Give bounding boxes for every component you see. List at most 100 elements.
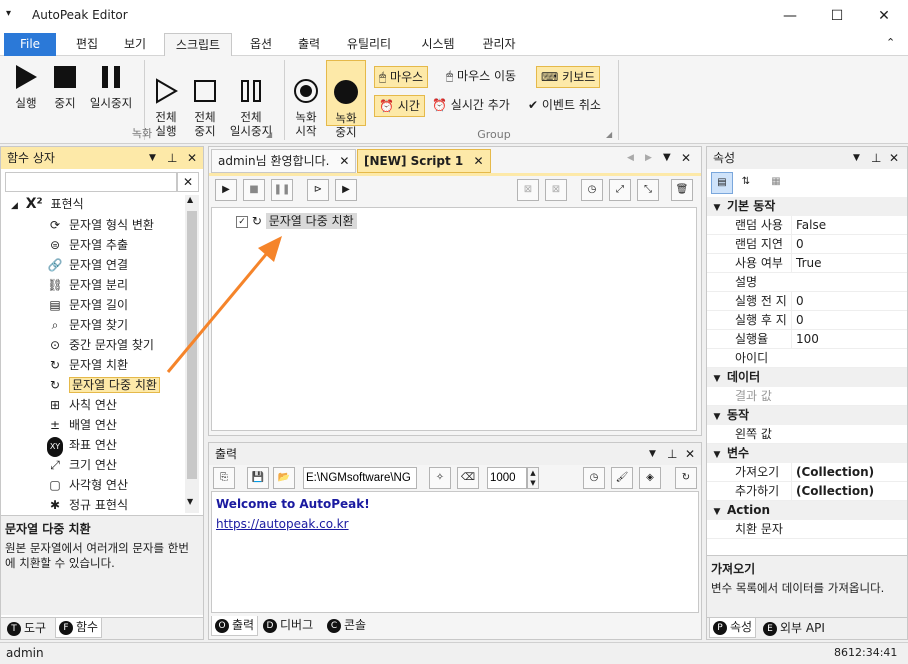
clear-search-button[interactable]: ✕ (177, 172, 199, 192)
clock-button[interactable]: ◷ (583, 467, 605, 489)
list-item[interactable]: ⊜ 문자열 추출 (47, 235, 128, 255)
tab-options[interactable]: 옵션 (238, 33, 284, 56)
property-row[interactable]: 랜덤 지연 0 (707, 235, 907, 254)
pause-script-button[interactable]: ❚❚ (271, 179, 293, 201)
category-header[interactable]: ▼ 동작 (707, 406, 907, 425)
list-item-selected[interactable]: ↻ 문자열 다중 치환 (47, 375, 160, 395)
realtime-add-toggle[interactable]: ⏰ 실시간 추가 (428, 95, 514, 117)
close-button[interactable]: ✕ (874, 6, 894, 26)
list-item[interactable]: ⟳ 문자열 형식 변환 (47, 215, 154, 235)
refresh-button[interactable]: ↻ (675, 467, 697, 489)
close-icon[interactable]: ✕ (685, 443, 695, 465)
run-button[interactable]: 실행 (6, 64, 46, 110)
script-node[interactable]: ✓ ↻ 문자열 다중 치환 (236, 212, 357, 230)
list-item[interactable]: ± 배열 연산 (47, 415, 117, 435)
open-folder-button[interactable]: 📂 (273, 467, 295, 489)
list-item[interactable]: ✱ 정규 표현식 (47, 495, 128, 515)
delete-button[interactable]: ⊠ (545, 179, 567, 201)
broom-button[interactable]: ✧ (429, 467, 451, 489)
run-from-button[interactable]: ⊳ (307, 179, 329, 201)
sort-az-button[interactable]: ⇅ (735, 172, 757, 194)
tab-debug[interactable]: D 디버그 (263, 616, 313, 636)
category-header[interactable]: ▼ 변수 (707, 444, 907, 463)
tab-edit[interactable]: 편집 (64, 33, 110, 56)
tab-file[interactable]: File (4, 33, 56, 56)
tab-script-1[interactable]: [NEW] Script 1 ✕ (357, 149, 491, 173)
property-row[interactable]: 실행율 100 (707, 330, 907, 349)
minimize-button[interactable]: — (780, 6, 800, 26)
pin-icon[interactable]: ⊥ (167, 147, 177, 169)
close-tab-icon[interactable]: ✕ (339, 154, 349, 168)
fill-button[interactable]: ◈ (639, 467, 661, 489)
group1-expand-icon[interactable]: ◢ (266, 130, 272, 139)
close-tab-icon[interactable]: ✕ (473, 154, 483, 168)
node-label[interactable]: 문자열 다중 치환 (265, 213, 357, 229)
collapse-button[interactable]: ⤡ (637, 179, 659, 201)
tab-welcome[interactable]: admin님 환영합니다. ✕ (211, 149, 357, 173)
pause-button[interactable]: 일시중지 (84, 64, 138, 110)
tab-tools[interactable]: T 도구 (7, 619, 46, 639)
property-row[interactable]: 왼쪽 값 (707, 425, 907, 444)
tab-external-api[interactable]: E 외부 API (763, 619, 825, 639)
list-item[interactable]: ▤ 문자열 길이 (47, 295, 128, 315)
collapse-icon[interactable]: ◢ (11, 201, 18, 211)
property-row[interactable]: 실행 후 지0 (707, 311, 907, 330)
time-toggle[interactable]: ⏰ 시간 (374, 95, 425, 117)
property-row[interactable]: 랜덤 사용 False (707, 216, 907, 235)
list-item[interactable]: ▢ 사각형 연산 (47, 475, 128, 495)
property-row[interactable]: 가져오기 (Collection) (707, 463, 907, 482)
property-row[interactable]: 아이디 (707, 349, 907, 368)
log-link[interactable]: https://autopeak.co.kr (216, 514, 694, 534)
expand-button[interactable]: ⤢ (609, 179, 631, 201)
tab-output[interactable]: 출력 (286, 33, 332, 56)
event-cancel-toggle[interactable]: ✔ 이벤트 취소 (524, 95, 605, 117)
stop-script-button[interactable]: ■ (243, 179, 265, 201)
property-row[interactable]: 결과 값 (707, 387, 907, 406)
property-pages-button[interactable]: ▦ (765, 172, 787, 194)
tab-view[interactable]: 보기 (112, 33, 158, 56)
collapse-ribbon-icon[interactable]: ⌃ (886, 36, 895, 49)
list-item[interactable]: ⌕ 문자열 찾기 (47, 315, 128, 335)
close-icon[interactable]: ✕ (187, 147, 197, 169)
property-row[interactable]: 추가하기 (Collection) (707, 482, 907, 501)
save-button[interactable]: 💾 (247, 467, 269, 489)
pin-icon[interactable]: ⊥ (667, 443, 677, 465)
tab-output[interactable]: O 출력 (211, 616, 259, 636)
category-header[interactable]: ▼ Action (707, 501, 907, 520)
scroll-up-icon[interactable]: ▲ (187, 195, 193, 204)
record-start-button[interactable]: 녹화 시작 (288, 64, 324, 152)
tab-list-icon[interactable]: ▼ (663, 152, 671, 163)
output-log[interactable]: Welcome to AutoPeak! https://autopeak.co… (211, 491, 699, 613)
tab-admin[interactable]: 관리자 (470, 33, 528, 56)
list-item[interactable]: XY 좌표 연산 (47, 435, 117, 457)
dropdown-icon[interactable]: ▼ (853, 147, 860, 169)
timer-button[interactable]: ◷ (581, 179, 603, 201)
tab-system[interactable]: 시스템 (408, 33, 468, 56)
tab-scroll-right-icon[interactable]: ▶ (645, 153, 652, 163)
dropdown-icon[interactable]: ▼ (649, 443, 656, 465)
property-row[interactable]: 사용 여부 True (707, 254, 907, 273)
list-item[interactable]: ↻ 문자열 치환 (47, 355, 128, 375)
tab-properties[interactable]: P 속성 (709, 618, 757, 638)
list-item[interactable]: ⊞ 사칙 연산 (47, 395, 117, 415)
tab-script[interactable]: 스크립트 (164, 33, 232, 56)
list-item[interactable]: ⤢ 크기 연산 (47, 455, 117, 475)
category-header[interactable]: ▼ 데이터 (707, 368, 907, 387)
categorized-button[interactable]: ▤ (711, 172, 733, 194)
brush-button[interactable]: 🖌 (611, 467, 633, 489)
tab-functions[interactable]: F 함수 (55, 618, 103, 638)
category-expression[interactable]: ◢ X² 표현식 (11, 195, 84, 213)
disable-button[interactable]: ⊠ (517, 179, 539, 201)
run-script-button[interactable]: ▶ (215, 179, 237, 201)
pin-icon[interactable]: ⊥ (871, 147, 881, 169)
list-item[interactable]: ⊙ 중간 문자열 찾기 (47, 335, 154, 355)
window-menu-icon[interactable]: ▾ (6, 8, 11, 19)
scroll-down-icon[interactable]: ▼ (187, 497, 193, 506)
function-search-input[interactable] (5, 172, 177, 192)
stop-button[interactable]: 중지 (46, 64, 84, 110)
category-header[interactable]: ▼ 기본 동작 (707, 197, 907, 216)
log-path-input[interactable] (303, 467, 417, 489)
tab-scroll-left-icon[interactable]: ◀ (627, 153, 634, 163)
trash-button[interactable]: 🗑 (671, 179, 693, 201)
group2-expand-icon[interactable]: ◢ (606, 130, 612, 139)
